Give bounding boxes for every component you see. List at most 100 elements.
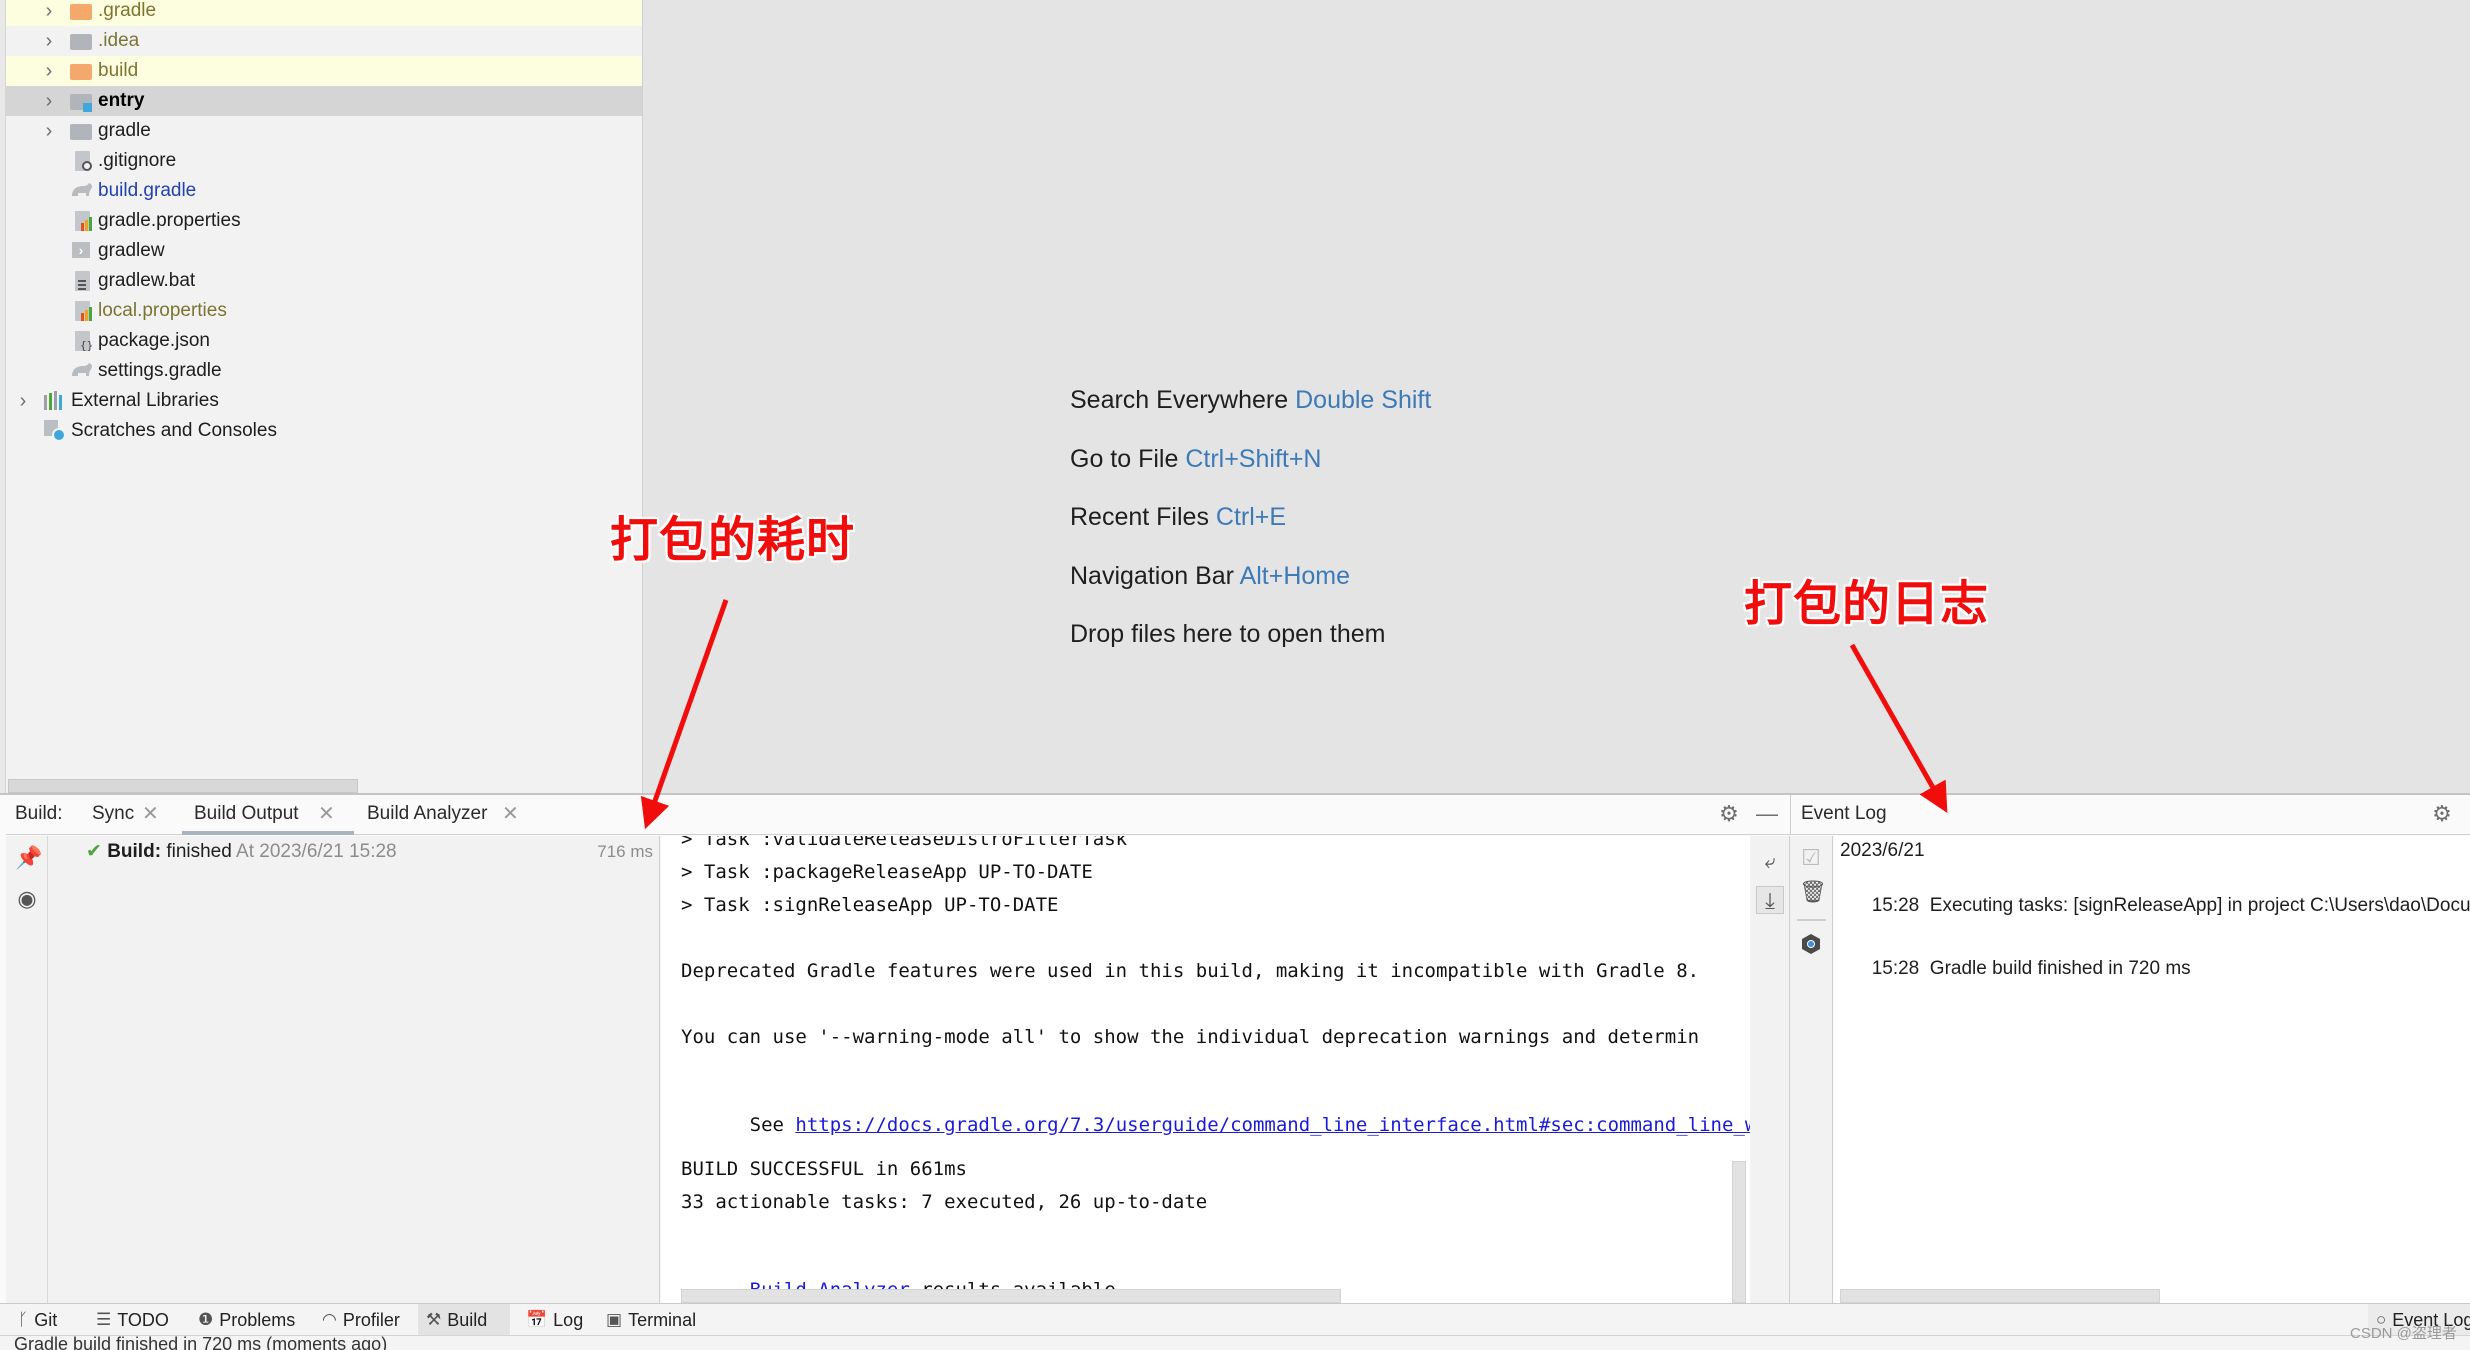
chevron-right-icon[interactable]: › [42, 90, 56, 113]
build-tree-node[interactable]: ✔ Build: finished At 2023/6/21 15:28 [86, 840, 397, 863]
properties-file-icon [72, 211, 94, 231]
tool-window-log[interactable]: 📅 Log [518, 1304, 591, 1336]
tree-item-gradlew-bat[interactable]: gradlew.bat [6, 266, 642, 296]
tree-item-package-json[interactable]: {} package.json [6, 326, 642, 356]
console-line: See https://docs.gradle.org/7.3/userguid… [681, 1092, 1750, 1158]
tree-item-local-properties[interactable]: local.properties [6, 296, 642, 326]
hint-text: Drop files here to open them [1070, 620, 1386, 648]
tree-item-gradle-properties[interactable]: gradle.properties [6, 206, 642, 236]
gear-icon[interactable]: ⚙ [1718, 803, 1740, 825]
libraries-icon [44, 391, 66, 411]
gear-icon[interactable]: ⚙ [2431, 803, 2453, 825]
console-horizontal-scrollbar[interactable] [681, 1289, 1341, 1303]
event-log-horizontal-scrollbar[interactable] [1840, 1289, 2160, 1303]
event-log-title: Event Log [1801, 803, 1887, 824]
pin-icon[interactable]: 📌 [15, 846, 42, 870]
console-line: Deprecated Gradle features were used in … [681, 960, 1700, 982]
arrow-to-event-log [1849, 643, 1948, 814]
tool-window-terminal[interactable]: ▣ Terminal [598, 1304, 704, 1336]
docs-link[interactable]: https://docs.gradle.org/7.3/userguide/co… [795, 1114, 1750, 1136]
build-duration: 716 ms [597, 842, 653, 861]
tree-item-gradlew[interactable]: › gradlew [6, 236, 642, 266]
build-node-title: Build: [107, 841, 162, 862]
tree-item-label: build [98, 60, 139, 81]
watermark: CSDN @盗理者 [2350, 1325, 2457, 1342]
tree-item-entry[interactable]: › entry [6, 86, 642, 116]
sidebar-horizontal-scrollbar[interactable] [8, 779, 358, 793]
tool-window-label: Git [34, 1309, 58, 1330]
json-file-icon: {} [72, 331, 94, 352]
check-icon: ✔ [86, 841, 102, 862]
chevron-right-icon[interactable]: › [42, 120, 56, 143]
scratches-icon [44, 420, 66, 442]
hint-text: Search Everywhere [1070, 386, 1289, 414]
tree-item-gradle[interactable]: › gradle [6, 116, 642, 146]
console-vertical-scrollbar[interactable] [1732, 1161, 1746, 1303]
hint-shortcut: Double Shift [1295, 386, 1432, 414]
minimize-icon[interactable]: — [1756, 803, 1778, 825]
console-line: 33 actionable tasks: 7 executed, 26 up-t… [681, 1191, 1208, 1213]
scroll-to-end-icon[interactable]: ⤓ [1756, 886, 1784, 914]
tool-window-label: Problems [219, 1309, 296, 1330]
build-tree-panel: 📌 ◉ ✔ Build: finished At 2023/6/21 15:28… [6, 836, 660, 1303]
soft-wrap-icon[interactable]: ⤶ [1758, 850, 1782, 874]
hint-search-everywhere: Search Everywhere Double Shift [1070, 386, 1431, 415]
chevron-right-icon[interactable]: › [42, 0, 56, 23]
build-output-console[interactable]: > Task :validateReleaseDistroFilterTask … [662, 836, 1750, 1303]
trash-icon[interactable]: 🗑 [1799, 880, 1827, 904]
tool-window-label: Profiler [342, 1309, 400, 1330]
tool-window-label: Terminal [628, 1309, 697, 1330]
tool-window-git[interactable]: ᚴ Git [10, 1304, 65, 1336]
tree-item-build-gradle[interactable]: build.gradle [6, 176, 642, 206]
folder-icon [70, 1, 92, 21]
module-folder-icon [70, 91, 92, 112]
close-icon[interactable]: ✕ [502, 801, 519, 826]
tool-window-profiler[interactable]: ◠ Profiler [314, 1304, 408, 1336]
tree-item-external-libraries[interactable]: › External Libraries [6, 386, 642, 416]
status-message[interactable]: Gradle build finished in 720 ms (moments… [14, 1336, 387, 1350]
status-bar: Gradle build finished in 720 ms (moments… [0, 1335, 2470, 1350]
list-icon: ☰ [96, 1310, 112, 1329]
tree-item-label: gradle [98, 120, 151, 141]
gradle-elephant-icon [70, 362, 93, 382]
tree-item-scratches[interactable]: Scratches and Consoles [6, 416, 642, 446]
settings-hex-icon[interactable] [1799, 933, 1823, 957]
console-toolbar: ⤶ ⤓ [1750, 836, 1790, 1303]
tool-window-label: Log [553, 1309, 584, 1330]
calendar-clock-icon: 📅 [526, 1310, 548, 1329]
tool-window-label: Build [447, 1309, 488, 1330]
close-icon[interactable]: ✕ [142, 801, 159, 826]
build-tool-window-header: Build: Sync ✕ Build Output ✕ Build Analy… [6, 795, 1790, 835]
hint-drop-files: Drop files here to open them [1070, 620, 1385, 649]
annotation-build-log: 打包的日志 [1744, 576, 1990, 632]
build-node-status: finished [166, 841, 232, 862]
tree-item-settings-gradle[interactable]: settings.gradle [6, 356, 642, 386]
hint-go-to-file: Go to File Ctrl+Shift+N [1070, 445, 1322, 474]
tool-window-build[interactable]: ⚒ Build [418, 1304, 510, 1336]
shell-script-icon: › [72, 242, 94, 262]
hint-shortcut: Ctrl+E [1215, 503, 1287, 531]
tool-window-todo[interactable]: ☰ TODO [88, 1304, 177, 1336]
build-node-timestamp: At 2023/6/21 15:28 [236, 841, 397, 862]
tab-sync[interactable]: Sync [92, 803, 134, 825]
tree-item-label: .idea [98, 30, 140, 51]
tree-item-idea[interactable]: › .idea [6, 26, 642, 56]
tree-item-label: Scratches and Consoles [71, 420, 277, 441]
tree-item-build[interactable]: › build [6, 56, 642, 86]
tree-item-gradle-cache[interactable]: › .gradle [6, 0, 642, 26]
gauge-icon: ◠ [322, 1310, 337, 1329]
chevron-right-icon[interactable]: › [42, 30, 56, 53]
tree-item-gitignore[interactable]: .gitignore [6, 146, 642, 176]
chevron-right-icon[interactable]: › [16, 390, 30, 413]
eye-filter-icon[interactable]: ◉ [15, 887, 39, 911]
tree-item-label: entry [98, 90, 145, 111]
mark-read-icon[interactable]: ☑ [1799, 846, 1823, 870]
tab-build-output[interactable]: Build Output [194, 803, 299, 825]
tab-build-analyzer[interactable]: Build Analyzer [367, 803, 487, 825]
tool-window-problems[interactable]: ❶ Problems [190, 1304, 303, 1336]
console-line: You can use '--warning-mode all' to show… [681, 1026, 1700, 1048]
close-icon[interactable]: ✕ [318, 801, 335, 826]
chevron-right-icon[interactable]: › [42, 60, 56, 83]
hint-shortcut: Alt+Home [1239, 562, 1351, 590]
tree-item-label: gradle.properties [98, 210, 241, 231]
